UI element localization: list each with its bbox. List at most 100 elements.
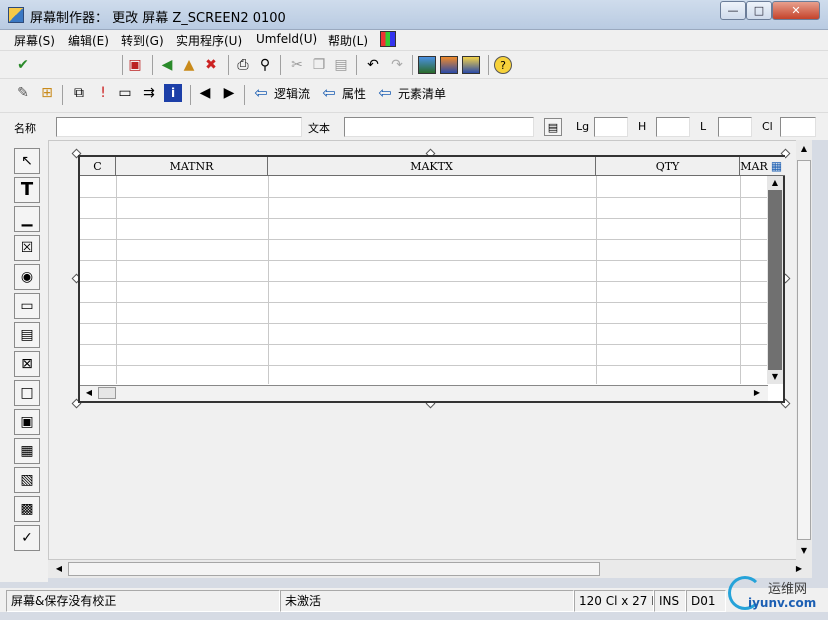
grid-row-line [80, 197, 768, 198]
tabstrip-wizard-icon[interactable]: ⊠ [14, 351, 40, 377]
save-icon[interactable]: ▣ [126, 56, 144, 74]
standard-toolbar: ✔ ▣ ◀ ▲ ✖ ⎙ ⚲ ✂ ❐ ▤ ↶ ↷ ? [0, 50, 828, 78]
grid-column-line [116, 176, 117, 384]
column-header[interactable]: MATNR [116, 157, 268, 176]
layout-1-icon[interactable] [418, 56, 436, 74]
exit-icon[interactable]: ▲ [180, 56, 198, 74]
column-header[interactable]: C [80, 157, 116, 176]
cl-input[interactable] [780, 117, 816, 137]
undo-icon[interactable]: ↶ [364, 56, 382, 74]
canvas-scroll-thumb[interactable] [797, 160, 811, 540]
maximize-button[interactable]: □ [746, 1, 772, 20]
scroll-left-icon[interactable]: ◀ [82, 386, 96, 400]
canvas-vertical-scrollbar[interactable]: ▲ ▼ [796, 140, 812, 560]
checkbox-tool-icon[interactable]: ☒ [14, 235, 40, 261]
scroll-left-icon[interactable]: ◀ [52, 561, 66, 577]
toolbar-separator [280, 55, 281, 75]
help-icon[interactable]: ? [494, 56, 512, 74]
flow-icon[interactable]: ⇉ [140, 84, 158, 102]
menu-edit[interactable]: 编辑(E) [68, 32, 109, 49]
table-vertical-scrollbar[interactable]: ▲ ▼ [767, 176, 783, 384]
h-label: H [638, 120, 647, 133]
canvas-horizontal-scrollbar[interactable]: ◀ ▶ [48, 560, 812, 578]
hierarchy-icon[interactable]: ⧉ [70, 84, 88, 102]
logic-flow-button[interactable]: 逻辑流 [274, 85, 310, 102]
arrow-left-icon: ⇦ [254, 83, 268, 102]
lg-input[interactable] [594, 117, 628, 137]
toolbar-separator [356, 55, 357, 75]
grid-column-line [268, 176, 269, 384]
h-input[interactable] [656, 117, 690, 137]
scroll-right-icon[interactable]: ▶ [750, 386, 764, 400]
menu-environment[interactable]: Umfeld(U) [256, 32, 317, 46]
grid-row-line [80, 302, 768, 303]
name-label: 名称 [14, 122, 36, 135]
column-header[interactable]: QTY [596, 157, 740, 176]
command-field[interactable] [38, 55, 118, 75]
lg-label: Lg [576, 120, 590, 133]
window-icon[interactable]: ▭ [116, 84, 134, 102]
box-tool-icon[interactable]: □ [14, 380, 40, 406]
menu-help[interactable]: 帮助(L) [328, 32, 368, 49]
find-icon[interactable]: ⚲ [256, 56, 274, 74]
previous-icon[interactable]: ◀ [196, 84, 214, 102]
input-field-tool-icon[interactable]: ▁ [14, 206, 40, 232]
attributes-button[interactable]: 属性 [342, 85, 366, 102]
toolbar-separator [62, 85, 63, 105]
menu-utilities[interactable]: 实用程序(U) [176, 32, 242, 49]
menu-screen[interactable]: 屏幕(S) [14, 32, 55, 49]
toolbar-separator [122, 55, 123, 75]
next-icon[interactable]: ▶ [220, 84, 238, 102]
scroll-up-icon[interactable]: ▲ [796, 142, 812, 156]
table-scroll-thumb[interactable] [768, 190, 782, 370]
table-settings-icon[interactable]: ▦ [768, 157, 785, 176]
status-ins: INS [654, 590, 686, 612]
name-input[interactable] [56, 117, 302, 137]
grid-column-line [740, 176, 741, 384]
scroll-down-icon[interactable]: ▼ [796, 544, 812, 558]
custom-control-tool-icon[interactable]: ▩ [14, 496, 40, 522]
scroll-down-icon[interactable]: ▼ [767, 370, 783, 384]
table-hscroll-thumb[interactable] [98, 387, 116, 399]
toolbar-separator [228, 55, 229, 75]
status-message: 屏幕&保存没有校正 [6, 590, 280, 612]
info-icon[interactable]: i [164, 84, 182, 102]
table-horizontal-scrollbar[interactable]: ◀ ▶ [80, 385, 768, 401]
menu-goto[interactable]: 转到(G) [121, 32, 164, 49]
object-icon[interactable]: ⊞ [38, 84, 56, 102]
pointer-tool-icon[interactable]: ↖ [14, 148, 40, 174]
canvas-hscroll-thumb[interactable] [68, 562, 600, 576]
table-control-tool-icon[interactable]: ▦ [14, 438, 40, 464]
layout-3-icon[interactable] [462, 56, 480, 74]
close-button[interactable]: ✕ [772, 1, 820, 20]
pushbutton-tool-icon[interactable]: ▭ [14, 293, 40, 319]
table-control[interactable]: C MATNR MAKTX QTY MAR ▦ ▲ ▼ ◀ ▶ [78, 155, 785, 403]
subscreen-tool-icon[interactable]: ▣ [14, 409, 40, 435]
cancel-icon[interactable]: ✖ [202, 56, 220, 74]
layout-menu-icon[interactable] [380, 31, 396, 47]
element-list-button[interactable]: 元素清单 [398, 85, 446, 102]
column-header[interactable]: MAKTX [268, 157, 596, 176]
watermark-brand: 运维网 [768, 582, 808, 597]
marker-icon[interactable]: ! [94, 84, 112, 102]
layout-2-icon[interactable] [440, 56, 458, 74]
pencil-icon[interactable]: ✎ [14, 84, 32, 102]
table-wizard-icon[interactable]: ▧ [14, 467, 40, 493]
radio-button-tool-icon[interactable]: ◉ [14, 264, 40, 290]
tabstrip-tool-icon[interactable]: ▤ [14, 322, 40, 348]
text-icon-button[interactable]: ▤ [544, 118, 562, 136]
text-label: 文本 [308, 122, 330, 135]
back-icon[interactable]: ◀ [158, 56, 176, 74]
check-icon[interactable]: ✔ [14, 56, 32, 74]
menu-bar: 屏幕(S) 编辑(E) 转到(G) 实用程序(U) Umfeld(U) 帮助(L… [0, 30, 828, 50]
toolbar-separator [412, 55, 413, 75]
grid-row-line [80, 218, 768, 219]
status-icon-tool-icon[interactable]: ✓ [14, 525, 40, 551]
l-input[interactable] [718, 117, 752, 137]
print-icon[interactable]: ⎙ [234, 56, 252, 74]
minimize-button[interactable]: — [720, 1, 746, 20]
scroll-up-icon[interactable]: ▲ [767, 176, 783, 190]
text-input[interactable] [344, 117, 534, 137]
text-tool-icon[interactable]: T [14, 177, 40, 203]
column-header[interactable]: MAR [740, 157, 768, 176]
